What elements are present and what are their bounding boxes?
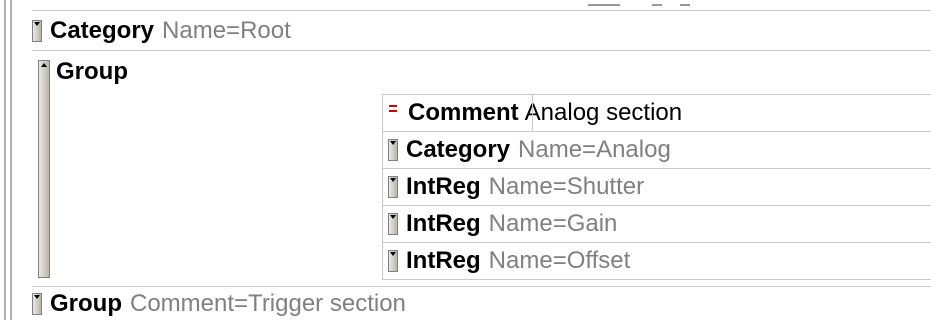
collapse-toggle-icon[interactable]: [388, 250, 398, 272]
partial-glyph: [588, 4, 620, 6]
element-attribute: Name=Analog: [518, 136, 671, 163]
element-tag: IntReg: [406, 247, 481, 274]
partial-glyph: [680, 4, 690, 6]
collapse-toggle-icon[interactable]: [32, 293, 42, 315]
cell-separator: [382, 243, 383, 279]
element-tag: Comment: [408, 99, 519, 126]
tree-row-intreg-offset[interactable]: IntReg Name=Offset: [382, 242, 931, 280]
tree-row-category-root[interactable]: Category Name=Root: [32, 12, 931, 51]
collapse-toggle-icon[interactable]: [32, 20, 42, 42]
group-collapse-toggle-icon[interactable]: [38, 60, 50, 278]
collapse-toggle-icon[interactable]: [388, 213, 398, 235]
tree-row-intreg-gain[interactable]: IntReg Name=Gain: [382, 205, 931, 242]
cell-separator: [382, 95, 383, 131]
tree-row-category-analog[interactable]: Category Name=Analog: [382, 131, 931, 168]
collapse-toggle-icon[interactable]: [388, 139, 398, 161]
element-tag: Category: [406, 136, 511, 163]
left-gutter: [0, 0, 16, 320]
partial-glyph: [652, 4, 662, 6]
cell-separator: [382, 132, 383, 168]
element-tag: IntReg: [406, 173, 481, 200]
element-tag: Category: [50, 17, 155, 44]
cell-separator: [382, 206, 383, 242]
element-attribute: Name=Offset: [488, 247, 631, 274]
cell-separator: [382, 169, 383, 205]
group-tag: Group: [56, 58, 128, 85]
tree-row-group-trigger[interactable]: Group Comment=Trigger section: [32, 286, 931, 321]
tree-row-intreg-shutter[interactable]: IntReg Name=Shutter: [382, 168, 931, 205]
previous-row-edge: [32, 0, 931, 11]
gutter-line: [4, 0, 6, 320]
collapse-toggle-icon[interactable]: [388, 176, 398, 198]
element-tag: IntReg: [406, 210, 481, 237]
group-children: Comment Analog section Category Name=Ana…: [382, 94, 931, 280]
element-attribute: Name=Shutter: [488, 173, 645, 200]
element-attribute: Name=Gain: [488, 210, 618, 237]
cell-separator: [532, 95, 533, 131]
comment-icon: [388, 102, 398, 124]
element-tag: Group: [50, 290, 122, 317]
comment-value: Analog section: [524, 99, 683, 126]
gutter-line: [10, 0, 12, 320]
tree-row-comment[interactable]: Comment Analog section: [382, 94, 931, 131]
element-attribute: Comment=Trigger section: [130, 290, 406, 317]
element-attribute: Name=Root: [162, 17, 291, 44]
